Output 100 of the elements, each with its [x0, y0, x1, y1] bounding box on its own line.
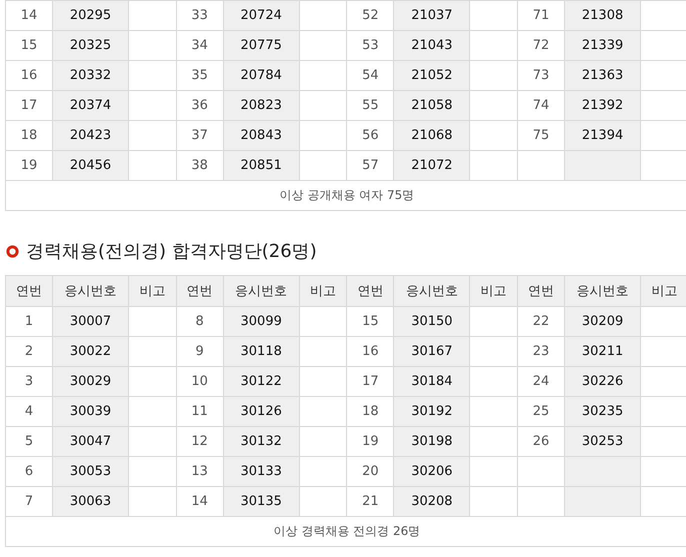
table-cell: 30150: [411, 314, 453, 329]
column-header: 비고: [299, 276, 347, 306]
table-cell: 20724: [240, 8, 282, 23]
table-cell: 34: [191, 38, 208, 53]
table-cell: 10: [191, 374, 208, 389]
table-cell: 18: [362, 404, 379, 419]
table-cell: 36: [191, 98, 208, 113]
table-cell: 30022: [70, 344, 112, 359]
table-cell: 75: [532, 128, 550, 143]
table-cell: 20456: [70, 158, 112, 173]
table-cell: 30133: [240, 464, 282, 479]
table-cell: 5: [24, 434, 34, 449]
table-cell: 30007: [70, 314, 112, 329]
table-cell: 30184: [411, 374, 453, 389]
table-cell: 1: [24, 314, 34, 329]
column-header: 응시번호: [564, 276, 641, 306]
table-cell: 30047: [70, 434, 112, 449]
table-cell: 21037: [411, 8, 453, 23]
table-cell: 12: [191, 434, 208, 449]
table-cell: 13: [191, 464, 208, 479]
column-header: 비고: [640, 276, 686, 306]
table-cell: 19: [20, 158, 38, 173]
table-cell: 30206: [411, 464, 453, 479]
table-cell: 30208: [411, 494, 453, 509]
table-cell: 30029: [70, 374, 112, 389]
table-cell: 21043: [411, 38, 453, 53]
table-footer: 이상 경력채용 전의경 26명: [274, 524, 420, 538]
table-cell: 20325: [70, 38, 112, 53]
table-cell: 21394: [582, 128, 624, 143]
table-cell: 16: [362, 344, 379, 359]
table-cell: 30167: [411, 344, 453, 359]
table-cell: 21072: [411, 158, 453, 173]
column-header: 연번: [6, 276, 52, 306]
table-cell: 30209: [582, 314, 624, 329]
table-cell: 30132: [240, 434, 282, 449]
table-cell: 3: [24, 374, 34, 389]
table-cell: 30211: [582, 344, 624, 359]
table-cell: 30198: [411, 434, 453, 449]
table-cell: 74: [532, 98, 550, 113]
column-header: 비고: [470, 276, 518, 306]
table-cell: 57: [362, 158, 379, 173]
table-cell: 14: [20, 8, 38, 23]
table-cell: 8: [196, 314, 204, 329]
table-cell: 30053: [70, 464, 112, 479]
table-cell: 21308: [582, 8, 624, 23]
table-cell: 16: [20, 68, 38, 83]
column-header: 연번: [518, 276, 565, 306]
table-cell: 2: [24, 344, 34, 359]
table-cell: 21392: [582, 98, 624, 113]
column-header: 응시번호: [52, 276, 128, 306]
column-header: 비고: [128, 276, 176, 306]
table-cell: 4: [24, 404, 34, 419]
table-cell: 20332: [70, 68, 112, 83]
table-cell: 23: [532, 344, 550, 359]
table-cell: 30126: [240, 404, 282, 419]
table-cell: 18: [20, 128, 38, 143]
table-cell: 20: [362, 464, 379, 479]
column-header: 응시번호: [394, 276, 470, 306]
table-cell: 7: [24, 494, 34, 509]
table-cell: 30118: [240, 344, 282, 359]
table-cell: 53: [362, 38, 379, 53]
table-cell: 56: [362, 128, 379, 143]
column-header: 응시번호: [223, 276, 300, 306]
table-cell: 30039: [70, 404, 112, 419]
table-cell: 17: [362, 374, 379, 389]
table-cell: 6: [24, 464, 34, 479]
table-cell: 21363: [582, 68, 624, 83]
table-cell: 35: [191, 68, 208, 83]
table-cell: 20374: [70, 98, 112, 113]
table-cell: 55: [362, 98, 379, 113]
table-cell: 11: [191, 404, 208, 419]
table-cell: 37: [191, 128, 208, 143]
table-cell: 20423: [70, 128, 112, 143]
table-cell: 71: [532, 8, 550, 23]
table-cell: 30235: [582, 404, 624, 419]
table-cell: 52: [362, 8, 379, 23]
table-cell: 30192: [411, 404, 453, 419]
table-cell: 54: [362, 68, 379, 83]
table-footer: 이상 공개채용 여자 75명: [280, 188, 414, 202]
table-cell: 30099: [240, 314, 282, 329]
table-cell: 22: [532, 314, 550, 329]
table-cell: 30253: [582, 434, 624, 449]
table-cell: 9: [196, 344, 204, 359]
table-cell: 20851: [240, 158, 282, 173]
table-cell: 14: [191, 494, 208, 509]
column-header: 연번: [346, 276, 394, 306]
table-cell: 33: [191, 8, 208, 23]
table-cell: 21339: [582, 38, 624, 53]
table-cell: 38: [191, 158, 208, 173]
table-cell: 25: [532, 404, 550, 419]
table-cell: 30063: [70, 494, 112, 509]
table-cell: 20775: [240, 38, 282, 53]
table-cell: 19: [362, 434, 379, 449]
bullet-icon: [6, 244, 19, 258]
table-cell: 30135: [240, 494, 282, 509]
table-cell: 30226: [582, 374, 624, 389]
section-title: 경력채용(전의경) 합격자명단(26명): [26, 240, 317, 263]
table-cell: 15: [362, 314, 379, 329]
table-cell: 20843: [240, 128, 282, 143]
table-cell: 17: [20, 98, 38, 113]
